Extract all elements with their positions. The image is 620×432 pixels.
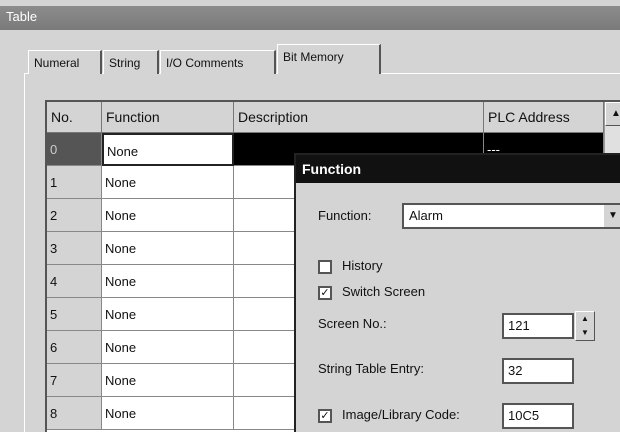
screen-no-label: Screen No.: xyxy=(318,316,387,331)
string-table-entry-field[interactable]: 32 xyxy=(502,358,574,384)
switch-screen-checkbox[interactable]: ✓ xyxy=(318,286,332,300)
tab-string[interactable]: String xyxy=(103,50,159,74)
function-cell[interactable]: None xyxy=(102,232,234,265)
table-window: Table Numeral String I/O Comments Bit Me… xyxy=(0,0,620,432)
function-cell[interactable]: None xyxy=(102,133,234,166)
check-icon: ✓ xyxy=(320,287,330,299)
column-header-function[interactable]: Function xyxy=(102,102,234,133)
column-header-no[interactable]: No. xyxy=(47,102,102,133)
window-title: Table xyxy=(6,9,38,24)
row-number: 5 xyxy=(47,298,102,331)
function-cell[interactable]: None xyxy=(102,331,234,364)
title-bar: Table xyxy=(0,6,620,30)
function-cell[interactable]: None xyxy=(102,265,234,298)
arrow-up-icon[interactable]: ▲ xyxy=(576,312,594,326)
image-library-code-checkbox[interactable]: ✓ xyxy=(318,409,332,423)
check-icon: ✓ xyxy=(320,410,330,422)
screen-no-field[interactable]: 121 xyxy=(502,313,574,339)
history-label: History xyxy=(342,258,383,273)
function-cell[interactable]: None xyxy=(102,364,234,397)
function-dropdown-value: Alarm xyxy=(409,208,443,223)
string-table-entry-label: String Table Entry: xyxy=(318,361,424,376)
function-dropdown[interactable]: Alarm ▼ xyxy=(402,203,620,229)
row-number: 8 xyxy=(47,397,102,430)
column-header-plc-address[interactable]: PLC Address xyxy=(484,102,604,133)
history-checkbox[interactable] xyxy=(318,260,332,274)
arrow-down-icon[interactable]: ▼ xyxy=(576,326,594,340)
row-number: 7 xyxy=(47,364,102,397)
function-label: Function: xyxy=(318,208,372,223)
row-number: 1 xyxy=(47,166,102,199)
screen-no-spinner[interactable]: ▲ ▼ xyxy=(575,311,595,341)
row-number: 2 xyxy=(47,199,102,232)
image-library-code-field[interactable]: 10C5 xyxy=(502,403,574,429)
arrow-up-icon[interactable]: ▲ xyxy=(605,102,620,126)
row-number: 3 xyxy=(47,232,102,265)
switch-screen-label: Switch Screen xyxy=(342,284,426,299)
tab-io-comments[interactable]: I/O Comments xyxy=(160,50,276,74)
row-number: 4 xyxy=(47,265,102,298)
chevron-down-icon[interactable]: ▼ xyxy=(604,205,620,227)
function-cell[interactable]: None xyxy=(102,397,234,430)
dialog-title: Function xyxy=(296,155,620,183)
row-number: 6 xyxy=(47,331,102,364)
function-cell[interactable]: None xyxy=(102,166,234,199)
column-header-description[interactable]: Description xyxy=(234,102,484,133)
image-library-code-label: Image/Library Code: xyxy=(342,407,460,422)
function-cell[interactable]: None xyxy=(102,298,234,331)
row-number: 0 xyxy=(47,133,102,166)
tab-numeral[interactable]: Numeral xyxy=(28,50,102,74)
function-dialog: Function Function: Alarm ▼ History ✓ Swi… xyxy=(294,153,620,432)
tab-bit-memory[interactable]: Bit Memory xyxy=(277,44,381,74)
function-cell[interactable]: None xyxy=(102,199,234,232)
